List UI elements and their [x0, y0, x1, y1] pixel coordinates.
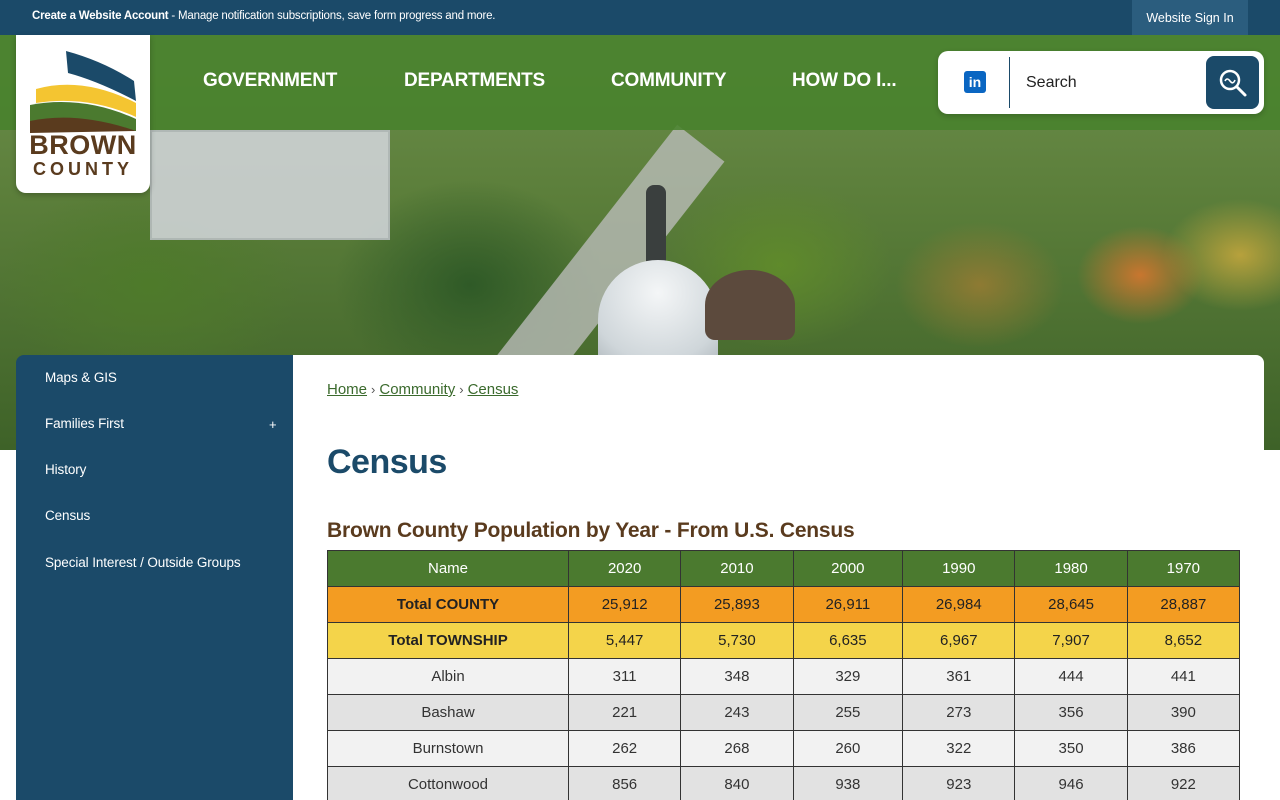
breadcrumb-separator: › [371, 382, 376, 397]
table-cell: 444 [1014, 658, 1128, 695]
column-header-2020: 2020 [567, 550, 682, 587]
hero-building-shape [150, 130, 390, 240]
table-cell: 350 [1014, 730, 1128, 767]
account-notice: Create a Website Account - Manage notifi… [32, 10, 495, 22]
sidebar-item-families-first[interactable]: Families First [45, 416, 124, 431]
nav-departments[interactable]: DEPARTMENTS [404, 70, 545, 92]
table-cell: 26,984 [902, 586, 1016, 623]
table-cell: 5,730 [680, 622, 794, 659]
table-cell: 7,907 [1014, 622, 1128, 659]
column-header-2010: 2010 [680, 550, 794, 587]
breadcrumb-census[interactable]: Census [468, 381, 519, 398]
search-container: in [938, 51, 1264, 114]
account-notice-text: - Manage notification subscriptions, sav… [168, 10, 496, 22]
table-cell: 8,652 [1126, 622, 1241, 659]
column-header-2000: 2000 [792, 550, 904, 587]
table-cell: 26,911 [792, 586, 904, 623]
table-cell: 386 [1126, 730, 1241, 767]
table-cell: 28,887 [1126, 586, 1241, 623]
create-account-link[interactable]: Create a Website Account [32, 10, 169, 22]
table-cell: 28,645 [1014, 586, 1128, 623]
top-notification-bar: Create a Website Account - Manage notifi… [0, 0, 1280, 35]
logo-text-county: COUNTY [33, 159, 133, 179]
table-cell: 348 [680, 658, 794, 695]
table-cell: 856 [567, 766, 682, 800]
table-cell: 311 [567, 658, 682, 695]
linkedin-icon[interactable]: in [964, 71, 986, 93]
sidebar-item-history[interactable]: History [45, 462, 86, 477]
table-cell: 390 [1126, 694, 1241, 731]
brown-county-logo[interactable]: BROWN COUNTY [16, 35, 150, 193]
table-cell: 946 [1014, 766, 1128, 800]
expand-icon[interactable]: + [269, 417, 277, 432]
population-heading: Brown County Population by Year - From U… [327, 519, 855, 542]
table-cell: 6,967 [902, 622, 1016, 659]
breadcrumb-home[interactable]: Home [327, 381, 367, 398]
column-header-name: Name [327, 550, 569, 587]
breadcrumb-separator: › [459, 382, 464, 397]
census-population-table: Name 2020 2010 2000 1990 1980 1970 Total… [327, 550, 1241, 800]
hero-dome-shape [598, 260, 718, 370]
table-cell: 221 [567, 694, 682, 731]
table-cell: 260 [792, 730, 904, 767]
table-cell: Albin [327, 658, 569, 695]
table-row: Bashaw 221 243 255 273 356 390 [327, 694, 1241, 731]
table-cell: 441 [1126, 658, 1241, 695]
table-cell: 840 [680, 766, 794, 800]
table-row: Albin 311 348 329 361 444 441 [327, 658, 1241, 695]
column-header-1990: 1990 [902, 550, 1016, 587]
table-cell: 25,893 [680, 586, 794, 623]
table-cell: 329 [792, 658, 904, 695]
table-cell: 938 [792, 766, 904, 800]
table-cell: 268 [680, 730, 794, 767]
search-button[interactable] [1206, 56, 1259, 109]
table-cell: 255 [792, 694, 904, 731]
table-cell: Cottonwood [327, 766, 569, 800]
search-divider [1009, 57, 1010, 108]
table-cell: Total COUNTY [327, 586, 569, 623]
column-header-1970: 1970 [1126, 550, 1241, 587]
column-header-1980: 1980 [1014, 550, 1128, 587]
search-icon [1219, 69, 1246, 96]
table-cell: 361 [902, 658, 1016, 695]
hero-pavilion-shape [705, 270, 795, 340]
table-cell: 243 [680, 694, 794, 731]
table-cell: 923 [902, 766, 1016, 800]
logo-text-brown: BROWN [29, 130, 137, 160]
table-cell: 262 [567, 730, 682, 767]
page-title: Census [327, 443, 447, 481]
nav-how-do-i[interactable]: HOW DO I... [792, 70, 897, 92]
logo-mark-icon [30, 51, 136, 133]
table-row-total-township: Total TOWNSHIP 5,447 5,730 6,635 6,967 7… [327, 622, 1241, 659]
table-cell: 356 [1014, 694, 1128, 731]
table-cell: 25,912 [567, 586, 682, 623]
nav-government[interactable]: GOVERNMENT [203, 70, 337, 92]
website-sign-in-button[interactable]: Website Sign In [1132, 0, 1248, 35]
main-content: Home › Community › Census Census Brown Count… [293, 355, 1264, 800]
table-cell: Total TOWNSHIP [327, 622, 569, 659]
search-input[interactable] [1026, 69, 1196, 97]
table-cell: 322 [902, 730, 1016, 767]
table-cell: 5,447 [567, 622, 682, 659]
table-cell: 6,635 [792, 622, 904, 659]
table-cell: Burnstown [327, 730, 569, 767]
table-cell: Bashaw [327, 694, 569, 731]
sidebar-item-special-interest[interactable]: Special Interest / Outside Groups [45, 555, 241, 570]
table-row: Cottonwood 856 840 938 923 946 922 [327, 766, 1241, 800]
sidebar-item-maps-gis[interactable]: Maps & GIS [45, 370, 117, 385]
sidebar-navigation: Maps & GIS Families First + History Cens… [16, 355, 293, 800]
breadcrumb: Home › Community › Census [327, 381, 518, 398]
hero-statue-shape [646, 185, 666, 265]
table-row: Burnstown 262 268 260 322 350 386 [327, 730, 1241, 767]
table-cell: 922 [1126, 766, 1241, 800]
table-cell: 273 [902, 694, 1016, 731]
nav-community[interactable]: COMMUNITY [611, 70, 727, 92]
table-row-total-county: Total COUNTY 25,912 25,893 26,911 26,984… [327, 586, 1241, 623]
table-header-row: Name 2020 2010 2000 1990 1980 1970 [327, 550, 1241, 587]
sidebar-item-census[interactable]: Census [45, 508, 90, 523]
breadcrumb-community[interactable]: Community [379, 381, 455, 398]
